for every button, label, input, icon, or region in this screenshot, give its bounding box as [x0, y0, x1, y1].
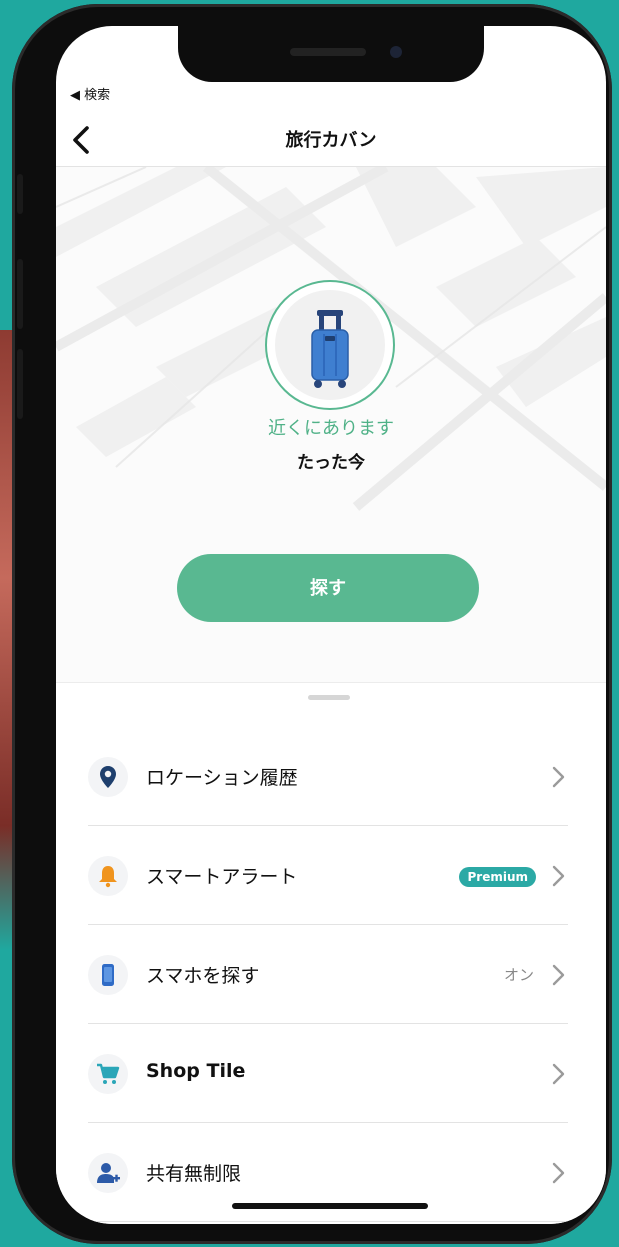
menu-item-label: 共有無制限 [146, 1163, 242, 1185]
chevron-right-icon [552, 1063, 565, 1085]
home-indicator[interactable] [232, 1203, 428, 1209]
device-avatar [265, 280, 395, 410]
find-phone-status: オン [503, 966, 534, 984]
cart-icon [97, 1063, 120, 1084]
find-button[interactable]: 探す [177, 554, 479, 622]
speaker [290, 48, 366, 56]
menu-item-label: Shop Tile [146, 1060, 246, 1082]
menu-list: ロケーション履歴 スマートアラート Premium スマホを探す オン Shop… [88, 727, 568, 1222]
device-avatar-inner [275, 290, 385, 400]
menu-icon-wrap [88, 1153, 128, 1193]
chevron-right-icon [552, 865, 565, 887]
page-title: 旅行カバン [285, 130, 377, 151]
menu-item-label: ロケーション履歴 [146, 767, 298, 789]
device-status: 近くにあります [268, 418, 394, 439]
menu-icon-wrap [88, 1054, 128, 1094]
navigation-bar: 旅行カバン [56, 120, 606, 164]
status-back-link[interactable]: ◀ 検索 [70, 84, 110, 103]
silent-switch [17, 174, 23, 214]
menu-item-shop-tile[interactable]: Shop Tile [88, 1024, 568, 1123]
menu-icon-wrap [88, 757, 128, 797]
bell-icon [99, 866, 117, 888]
menu-icon-wrap [88, 856, 128, 896]
chevron-right-icon [552, 1162, 565, 1184]
last-seen-time: たった今 [297, 453, 365, 473]
menu-item-find-phone[interactable]: スマホを探す オン [88, 925, 568, 1024]
location-pin-icon [100, 766, 116, 788]
menu-item-label: スマホを探す [146, 965, 260, 987]
premium-badge: Premium [459, 867, 536, 887]
screen: ◀ 検索 旅行カバン 近くにあります たった今 探す ロケーション履歴 スマート… [56, 26, 606, 1224]
notch [178, 26, 484, 82]
sheet-handle[interactable] [308, 695, 350, 700]
bottom-sheet: ロケーション履歴 スマートアラート Premium スマホを探す オン Shop… [56, 682, 606, 1224]
menu-icon-wrap [88, 955, 128, 995]
menu-item-location-history[interactable]: ロケーション履歴 [88, 727, 568, 826]
chevron-right-icon [552, 964, 565, 986]
volume-up-button [17, 259, 23, 329]
user-add-icon [97, 1163, 120, 1183]
camera [390, 46, 402, 58]
volume-down-button [17, 349, 23, 419]
phone-icon [102, 964, 114, 986]
chevron-right-icon [552, 766, 565, 788]
suitcase-icon [311, 310, 349, 388]
phone-frame: ◀ 検索 旅行カバン 近くにあります たった今 探す ロケーション履歴 スマート… [12, 4, 612, 1244]
menu-item-smart-alert[interactable]: スマートアラート Premium [88, 826, 568, 925]
menu-item-label: スマートアラート [146, 866, 298, 888]
